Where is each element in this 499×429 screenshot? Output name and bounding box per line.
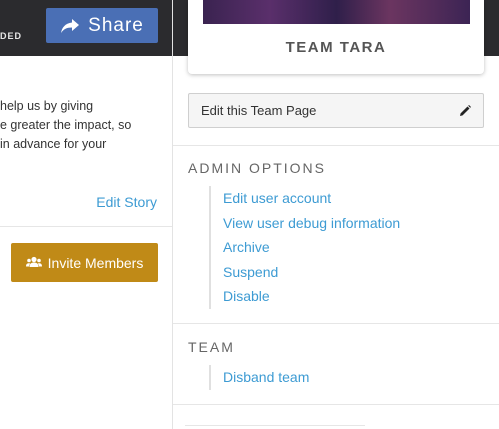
funded-status-text: DED — [0, 31, 23, 41]
edit-team-page-button[interactable]: Edit this Team Page — [188, 93, 484, 128]
team-name: TEAM TARA — [285, 39, 387, 56]
edit-story-link[interactable]: Edit Story — [96, 194, 157, 210]
section-divider — [173, 404, 499, 405]
share-button-label: Share — [88, 14, 144, 36]
team-options-list: Disband team — [209, 365, 309, 390]
admin-options-heading: ADMIN OPTIONS — [188, 160, 327, 176]
admin-options-list: Edit user account View user debug inform… — [209, 186, 400, 309]
edit-user-account-link[interactable]: Edit user account — [223, 186, 400, 211]
invite-members-button[interactable]: Invite Members — [11, 243, 158, 282]
column-divider — [172, 0, 173, 429]
share-arrow-icon — [60, 18, 80, 34]
team-heading: TEAM — [188, 339, 235, 355]
users-group-icon — [25, 255, 42, 271]
section-divider — [173, 323, 499, 324]
section-divider — [173, 145, 499, 146]
left-divider — [0, 226, 172, 227]
bottom-divider — [185, 425, 365, 426]
view-user-debug-link[interactable]: View user debug information — [223, 211, 400, 236]
disable-link[interactable]: Disable — [223, 284, 400, 309]
suspend-link[interactable]: Suspend — [223, 260, 400, 285]
share-button[interactable]: Share — [46, 8, 158, 43]
team-card: TEAM TARA — [188, 0, 484, 74]
disband-team-link[interactable]: Disband team — [223, 365, 309, 390]
story-text: help us by giving e greater the impact, … — [0, 97, 170, 154]
archive-link[interactable]: Archive — [223, 235, 400, 260]
team-banner-image — [203, 0, 470, 24]
edit-team-page-label: Edit this Team Page — [201, 103, 317, 118]
pencil-icon — [459, 104, 471, 117]
story-line: help us by giving — [0, 99, 94, 113]
story-line: in advance for your — [0, 137, 107, 151]
story-line: e greater the impact, so — [0, 118, 132, 132]
invite-members-label: Invite Members — [47, 254, 144, 271]
